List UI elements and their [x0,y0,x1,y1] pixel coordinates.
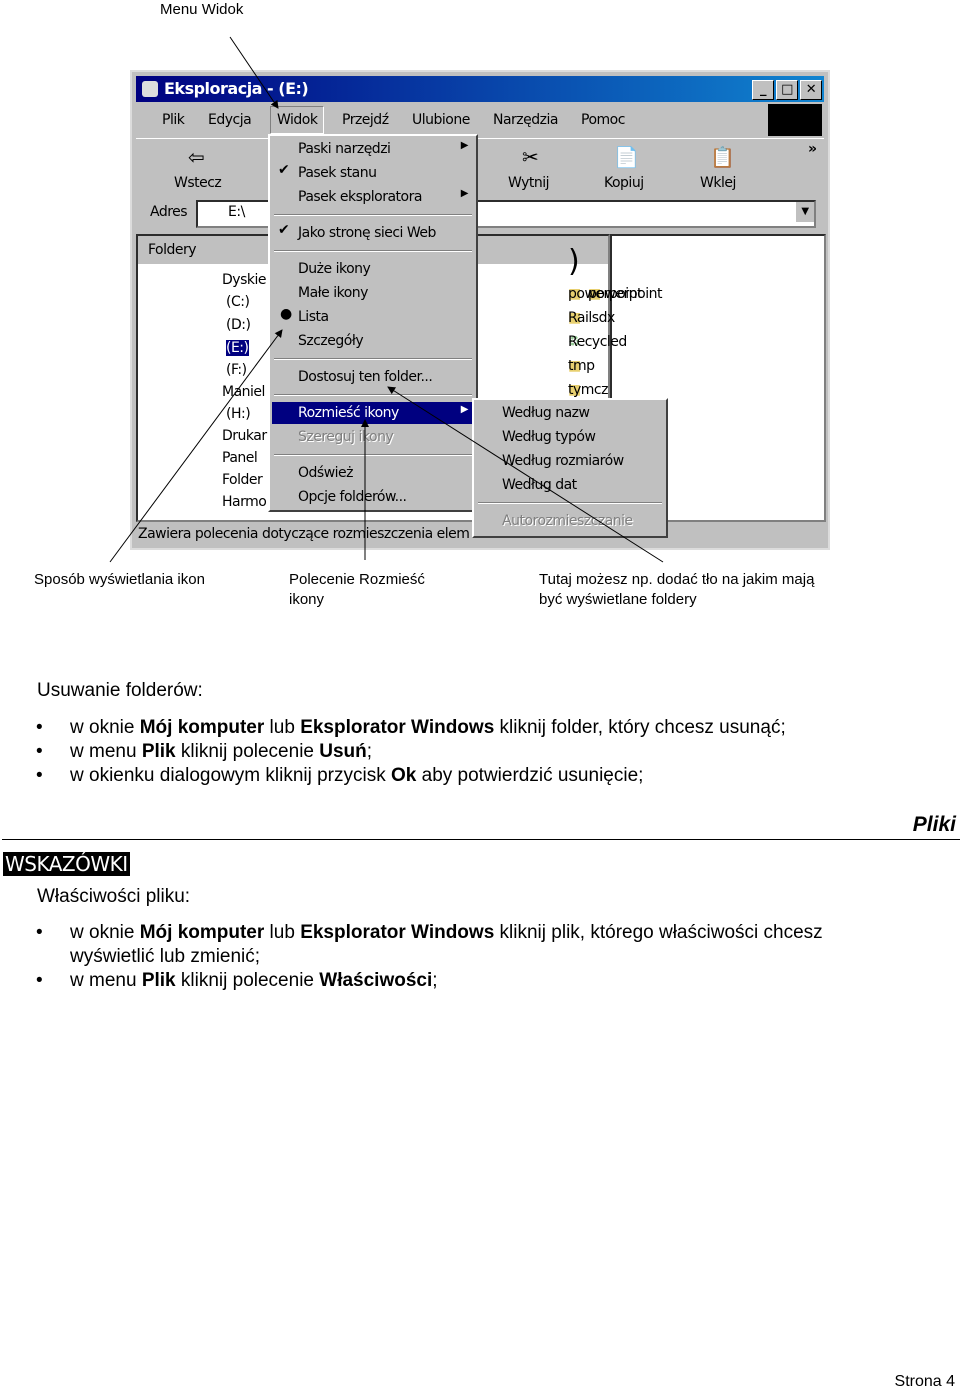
section-title: Pliki [912,813,956,836]
section-divider [2,839,960,840]
arrow-menu-widok [229,36,279,109]
list-item: w okienku dialogowym kliknij przycisk Ok… [0,764,960,788]
list-item: w menu Plik kliknij polecenie Usuń; [0,740,960,764]
document-page: Menu Widok Eksploracja - (E:) _ □ ✕ Plik E… [0,0,960,1390]
delete-heading: Usuwanie folderów: [37,680,203,701]
list-item: w menu Plik kliknij polecenie Właściwośc… [0,969,900,993]
delete-steps: w oknie Mój komputer lub Eksplorator Win… [0,716,960,788]
properties-heading: Właściwości pliku: [37,886,191,907]
tips-label: WSKAZÓWKI [3,852,130,876]
properties-steps: w oknie Mój komputer lub Eksplorator Win… [0,921,900,993]
list-item: w oknie Mój komputer lub Eksplorator Win… [0,921,900,969]
list-item: w oknie Mój komputer lub Eksplorator Win… [0,716,960,740]
arrow-icons-view [109,329,283,563]
callout-arrows [109,36,664,563]
callout-background: Tutaj możesz np. dodać tło na jakim mają… [539,571,815,608]
callout-icons-view: Sposób wyświetlania ikon [34,571,205,588]
page-number: Strona 4 [894,1373,955,1390]
callout-arrange: Polecenie Rozmieść ikony [289,571,425,608]
arrow-customize [387,386,664,563]
